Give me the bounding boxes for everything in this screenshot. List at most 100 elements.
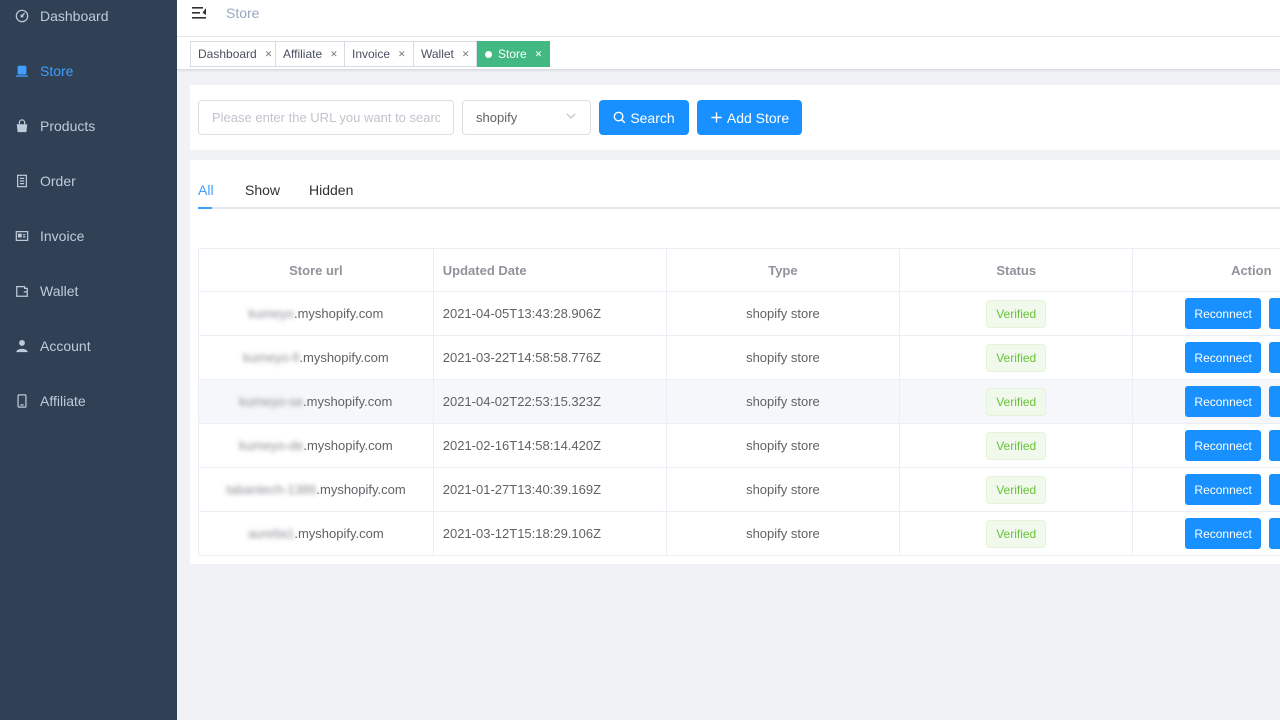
tag-label: Wallet <box>421 47 454 61</box>
hamburger-icon[interactable] <box>191 5 207 21</box>
tag-label: Dashboard <box>198 47 257 61</box>
tab-hidden[interactable]: Hidden <box>309 182 353 198</box>
plus-icon <box>711 112 722 123</box>
redacted-url-prefix: kumeyo-de <box>239 438 304 453</box>
sidebar-item-invoice[interactable]: Invoice <box>0 216 177 256</box>
table-row: aurelia1 .myshopify.com 2021-03-12T15:18:… <box>199 512 1280 556</box>
extra-action-button[interactable] <box>1269 386 1280 417</box>
action-cell: Reconnect <box>1133 336 1280 379</box>
tag-wallet[interactable]: Wallet ✕ <box>413 41 478 67</box>
header-status[interactable]: Status <box>900 249 1134 291</box>
status-cell: Verified <box>900 512 1134 555</box>
sidebar-item-store[interactable]: Store <box>0 51 177 91</box>
sidebar-item-dashboard[interactable]: Dashboard <box>0 0 177 36</box>
store-url-cell: kumeyo .myshopify.com <box>199 292 434 335</box>
reconnect-button[interactable]: Reconnect <box>1185 518 1262 549</box>
close-icon[interactable]: ✕ <box>398 49 406 60</box>
url-suffix: .myshopify.com <box>294 526 384 541</box>
sidebar-item-label: Wallet <box>40 283 79 299</box>
sidebar-item-wallet[interactable]: Wallet <box>0 271 177 311</box>
wallet-icon <box>15 284 29 298</box>
tabs: All Show Hidden <box>198 174 1280 209</box>
extra-action-button[interactable] <box>1269 298 1280 329</box>
tag-dashboard[interactable]: Dashboard ✕ <box>190 41 281 67</box>
sidebar-item-label: Affiliate <box>40 393 86 409</box>
type-cell: shopify store <box>667 336 901 379</box>
type-cell: shopify store <box>667 468 901 511</box>
platform-select[interactable]: shopify <box>462 100 591 135</box>
add-store-button[interactable]: Add Store <box>697 100 802 135</box>
redacted-url-prefix: tabantech-1386 <box>226 482 317 497</box>
store-icon <box>15 64 29 78</box>
tag-label: Store <box>498 47 527 61</box>
table-row: kumeyo-se .myshopify.com 2021-04-02T22:53… <box>199 380 1280 424</box>
close-icon[interactable]: ✕ <box>265 49 273 60</box>
updated-date-cell: 2021-03-12T15:18:29.106Z <box>434 512 667 555</box>
extra-action-button[interactable] <box>1269 342 1280 373</box>
header-type[interactable]: Type <box>667 249 901 291</box>
status-badge: Verified <box>986 387 1047 416</box>
table-row: kumeyo .myshopify.com 2021-04-05T13:43:28… <box>199 292 1280 336</box>
status-badge: Verified <box>986 343 1047 372</box>
status-badge: Verified <box>986 475 1047 504</box>
redacted-url-prefix: kumeyo <box>248 306 294 321</box>
store-url-cell: kumeyo-se .myshopify.com <box>199 380 434 423</box>
header-action: Action <box>1231 262 1272 278</box>
platform-select-value: shopify <box>476 110 518 125</box>
sidebar-item-order[interactable]: Order <box>0 161 177 201</box>
redacted-url-prefix: kumeyo-se <box>239 394 303 409</box>
extra-action-button[interactable] <box>1269 430 1280 461</box>
search-button[interactable]: Search <box>599 100 689 135</box>
reconnect-button[interactable]: Reconnect <box>1185 386 1262 417</box>
tag-store[interactable]: Store ✕ <box>477 41 551 67</box>
document-icon <box>15 174 29 188</box>
header-updated-date[interactable]: Updated Date <box>434 249 667 291</box>
search-button-label: Search <box>630 109 675 126</box>
table-row: kumeyo-fi .myshopify.com 2021-03-22T14:58… <box>199 336 1280 380</box>
header-store-url[interactable]: Store url <box>199 249 434 291</box>
extra-action-button[interactable] <box>1269 518 1280 549</box>
sidebar: Dashboard Store Products Order Invoice W… <box>0 0 177 720</box>
store-url-cell: kumeyo-de .myshopify.com <box>199 424 434 467</box>
tag-affiliate[interactable]: Affiliate ✕ <box>275 41 346 67</box>
close-icon[interactable]: ✕ <box>462 49 470 60</box>
action-cell: Reconnect <box>1133 424 1280 467</box>
user-icon <box>15 339 29 353</box>
dashboard-icon <box>15 9 29 23</box>
reconnect-button[interactable]: Reconnect <box>1185 342 1262 373</box>
sidebar-item-label: Dashboard <box>40 8 109 24</box>
reconnect-button[interactable]: Reconnect <box>1185 298 1262 329</box>
tag-invoice[interactable]: Invoice ✕ <box>344 41 414 67</box>
extra-action-button[interactable] <box>1269 474 1280 505</box>
sidebar-item-affiliate[interactable]: Affiliate <box>0 381 177 421</box>
close-icon[interactable]: ✕ <box>330 49 338 60</box>
filter-panel: shopify Search Add Store <box>190 85 1280 150</box>
search-input[interactable] <box>198 100 454 135</box>
status-badge: Verified <box>986 519 1047 548</box>
tab-all[interactable]: All <box>198 182 214 198</box>
store-url-cell: aurelia1 .myshopify.com <box>199 512 434 555</box>
url-suffix: .myshopify.com <box>303 394 393 409</box>
stores-table: Store url Updated Date Type Status Actio… <box>198 248 1280 556</box>
breadcrumb: Store <box>226 5 260 21</box>
sidebar-item-label: Products <box>40 118 96 134</box>
type-cell: shopify store <box>667 380 901 423</box>
table-header-row: Store url Updated Date Type Status Actio… <box>199 249 1280 292</box>
close-icon[interactable]: ✕ <box>535 49 543 60</box>
sidebar-item-label: Invoice <box>40 228 85 244</box>
tab-indicator <box>198 207 212 209</box>
sidebar-item-account[interactable]: Account <box>0 326 177 366</box>
tags-view: Dashboard ✕ Affiliate ✕ Invoice ✕ Wallet ✕ S… <box>177 37 1280 70</box>
add-store-button-label: Add Store <box>726 109 790 126</box>
status-cell: Verified <box>900 336 1134 379</box>
tab-show[interactable]: Show <box>245 182 280 198</box>
reconnect-button[interactable]: Reconnect <box>1185 430 1262 461</box>
search-icon <box>613 111 626 124</box>
sidebar-item-products[interactable]: Products <box>0 106 177 146</box>
table-row: kumeyo-de .myshopify.com 2021-02-16T14:58… <box>199 424 1280 468</box>
store-url-cell: kumeyo-fi .myshopify.com <box>199 336 434 379</box>
reconnect-button[interactable]: Reconnect <box>1185 474 1262 505</box>
status-badge: Verified <box>986 299 1047 328</box>
updated-date-cell: 2021-04-05T13:43:28.906Z <box>434 292 667 335</box>
navbar: Store <box>177 0 1280 37</box>
